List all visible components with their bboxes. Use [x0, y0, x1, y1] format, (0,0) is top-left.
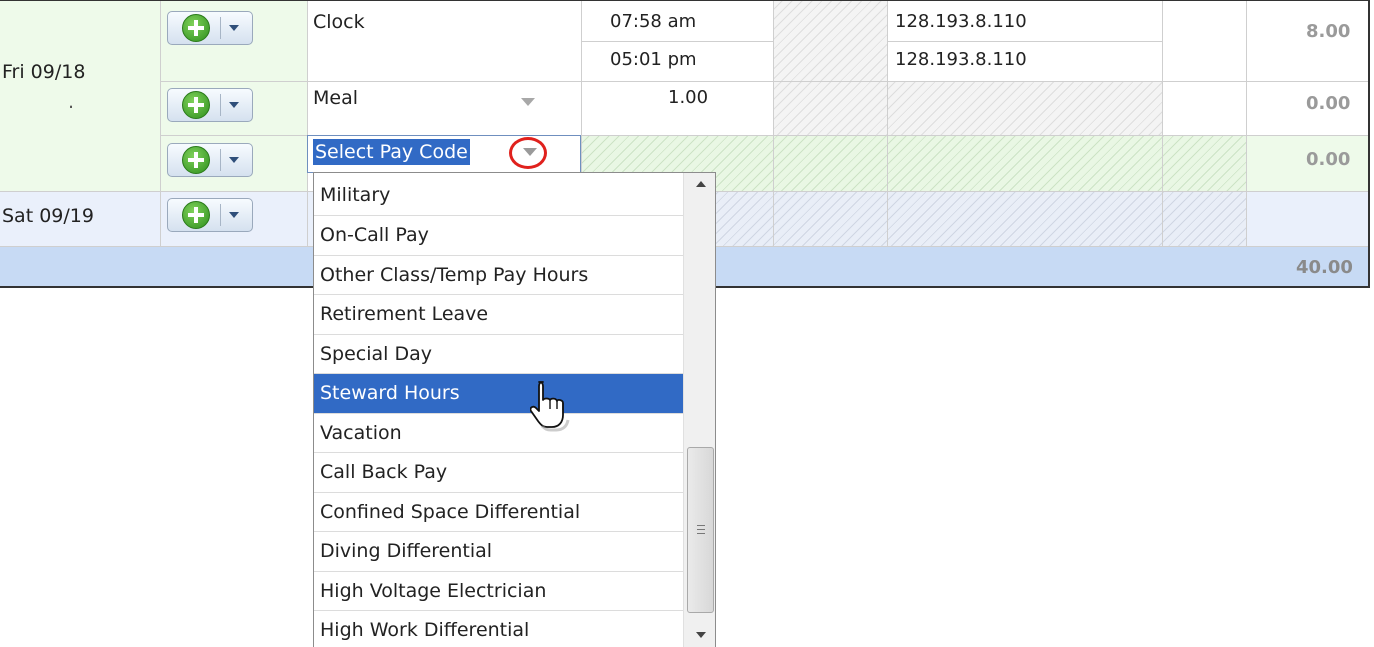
add-entry-button[interactable]: [167, 198, 253, 232]
grid-line: [887, 1, 888, 246]
chevron-down-icon[interactable]: [229, 157, 239, 163]
grid-line: [160, 1, 161, 246]
week-hours-total: 40.00: [1296, 257, 1353, 278]
grid-line: [160, 81, 1368, 82]
scrollbar-thumb[interactable]: [687, 447, 714, 613]
clock-out-ip: 128.193.8.110: [895, 49, 1027, 70]
chevron-down-icon[interactable]: [229, 25, 239, 31]
plus-circle-icon: [182, 91, 210, 119]
scroll-down-arrow-icon[interactable]: [696, 632, 706, 638]
plus-circle-icon: [182, 14, 210, 42]
hand-pointer-icon: [530, 381, 570, 432]
grid-line: [307, 1, 308, 246]
fri-clock-hatched-cell: [773, 1, 887, 81]
dropdown-option[interactable]: Diving Differential: [314, 532, 683, 572]
add-entry-button[interactable]: [167, 88, 253, 122]
dropdown-option[interactable]: Military: [314, 173, 683, 216]
fri-day-cell: [0, 1, 160, 191]
plus-circle-icon: [182, 201, 210, 229]
dropdown-option[interactable]: Other Class/Temp Pay Hours: [314, 256, 683, 295]
dropdown-option[interactable]: High Voltage Electrician: [314, 572, 683, 611]
meal-dropdown-caret-icon[interactable]: [521, 98, 535, 106]
fri-meal-hatched-a: [773, 81, 887, 135]
dropdown-option-selected[interactable]: Steward Hours: [314, 374, 683, 414]
grid-line: [1162, 1, 1163, 246]
pay-code-select-value: Select Pay Code: [313, 139, 470, 165]
grid-line: [887, 41, 1162, 42]
dropdown-scrollbar[interactable]: [683, 173, 715, 647]
fri-meal-hatched-b: [887, 81, 1162, 135]
clock-hours-total: 8.00: [1306, 21, 1351, 42]
clock-type-label: Clock: [313, 11, 365, 33]
meal-hours-total: 0.00: [1306, 93, 1351, 114]
clock-out-time[interactable]: 05:01 pm: [610, 49, 697, 70]
add-entry-button[interactable]: [167, 143, 253, 177]
clock-in-time[interactable]: 07:58 am: [610, 11, 696, 32]
grid-line: [1246, 1, 1247, 246]
grid-line: [773, 1, 774, 246]
plus-circle-icon: [182, 146, 210, 174]
grid-line: [581, 41, 774, 42]
dropdown-option[interactable]: On-Call Pay: [314, 216, 683, 256]
dropdown-option[interactable]: Call Back Pay: [314, 453, 683, 493]
dropdown-option[interactable]: Confined Space Differential: [314, 493, 683, 532]
fri-day-label: Fri 09/18: [2, 61, 86, 83]
meal-value[interactable]: 1.00: [668, 87, 708, 108]
dropdown-option[interactable]: High Work Differential: [314, 611, 683, 647]
chevron-down-icon[interactable]: [229, 212, 239, 218]
pay-code-dropdown-list[interactable]: Military On-Call Pay Other Class/Temp Pa…: [313, 172, 716, 647]
meal-type-label[interactable]: Meal: [313, 87, 358, 109]
new-row-hours-total: 0.00: [1306, 149, 1351, 170]
highlight-circle: [509, 137, 547, 169]
sat-day-label: Sat 09/19: [2, 205, 94, 227]
chevron-down-icon[interactable]: [229, 102, 239, 108]
dropdown-option[interactable]: Retirement Leave: [314, 295, 683, 335]
add-entry-button[interactable]: [167, 11, 253, 45]
scroll-up-arrow-icon[interactable]: [696, 181, 706, 187]
fri-meal-blank-cell: [1162, 81, 1246, 135]
fri-day-dot: .: [68, 91, 75, 113]
dropdown-option[interactable]: Special Day: [314, 335, 683, 374]
dropdown-option[interactable]: Vacation: [314, 414, 683, 453]
clock-in-ip: 128.193.8.110: [895, 11, 1027, 32]
fri-clock-blank-cell: [1162, 1, 1246, 81]
